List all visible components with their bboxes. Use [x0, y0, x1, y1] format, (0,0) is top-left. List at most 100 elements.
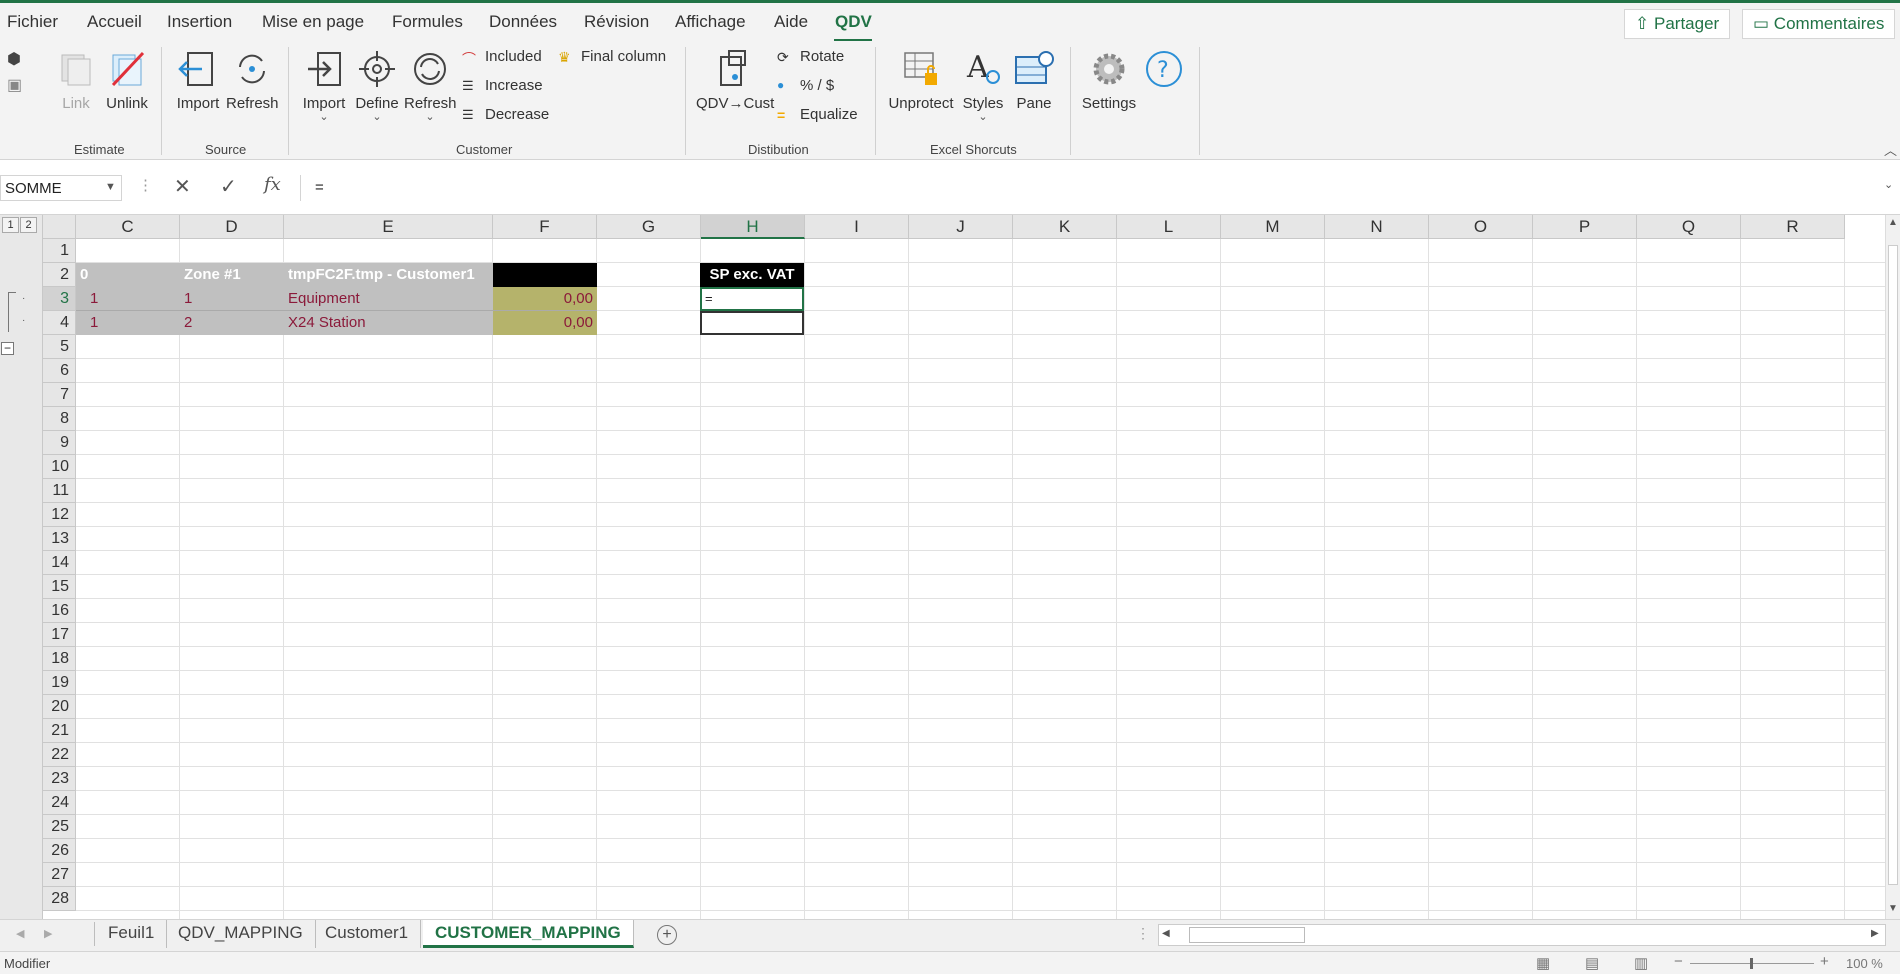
row-header-21[interactable]: 21 — [43, 719, 76, 743]
row-header-7[interactable]: 7 — [43, 383, 76, 407]
menu-tab-qdv[interactable]: QDV — [835, 12, 872, 32]
cell-c4[interactable]: 1 — [86, 311, 180, 335]
outline-level-2-button[interactable]: 2 — [20, 217, 37, 233]
row-header-16[interactable]: 16 — [43, 599, 76, 623]
cell-h4-reference[interactable] — [700, 311, 804, 335]
comments-button[interactable]: ▭ Commentaires — [1742, 9, 1896, 39]
menu-tab-aide[interactable]: Aide — [774, 12, 808, 32]
row-header-24[interactable]: 24 — [43, 791, 76, 815]
help-button[interactable]: ? — [1144, 49, 1184, 89]
column-header-l[interactable]: L — [1117, 215, 1221, 239]
column-header-j[interactable]: J — [909, 215, 1013, 239]
cell-d3[interactable]: 1 — [180, 287, 284, 311]
cell-e4[interactable]: X24 Station — [284, 311, 493, 335]
import-customer-button[interactable]: Import ⌄ — [300, 49, 348, 123]
menu-tab-revision[interactable]: Révision — [584, 12, 649, 32]
row-header-3[interactable]: 3 — [43, 287, 76, 311]
name-box[interactable]: SOMME ▼ — [0, 175, 122, 201]
sheet-tab-customer1[interactable]: Customer1 — [313, 920, 422, 948]
final-column-button[interactable]: ♛ Final column — [558, 48, 666, 65]
column-header-r[interactable]: R — [1741, 215, 1845, 239]
column-header-d[interactable]: D — [180, 215, 284, 239]
row-header-14[interactable]: 14 — [43, 551, 76, 575]
scroll-down-icon[interactable]: ▼ — [1888, 903, 1898, 914]
zoom-in-icon[interactable]: + — [1820, 953, 1829, 970]
increase-button[interactable]: ☰ Increase — [462, 77, 543, 94]
scroll-left-icon[interactable]: ◀ — [1162, 928, 1170, 939]
link-button[interactable]: Link — [56, 49, 96, 112]
column-header-h[interactable]: H — [701, 215, 805, 239]
normal-view-icon[interactable]: ▦ — [1536, 954, 1550, 972]
row-header-18[interactable]: 18 — [43, 647, 76, 671]
chevron-down-icon[interactable]: ▼ — [105, 181, 116, 193]
add-sheet-icon[interactable]: + — [657, 925, 677, 945]
cell-h2[interactable]: SP exc. VAT — [700, 263, 804, 287]
column-header-o[interactable]: O — [1429, 215, 1533, 239]
row-header-4[interactable]: 4 — [43, 311, 76, 335]
row-header-13[interactable]: 13 — [43, 527, 76, 551]
refresh-source-button[interactable]: Refresh — [226, 49, 279, 112]
decrease-button[interactable]: ☰ Decrease — [462, 106, 549, 123]
unlink-button[interactable]: Unlink — [104, 49, 150, 112]
row-header-6[interactable]: 6 — [43, 359, 76, 383]
insert-function-icon[interactable]: fx — [264, 174, 281, 195]
define-button[interactable]: Define ⌄ — [352, 49, 402, 123]
formula-input[interactable]: = — [300, 175, 1885, 201]
row-header-20[interactable]: 20 — [43, 695, 76, 719]
spreadsheet-grid[interactable]: 1 2 · · − CDEFGHIJKLMNOPQR 1 2 3 4 5 6 7 8 9 10 11… — [0, 215, 1885, 919]
row-header-12[interactable]: 12 — [43, 503, 76, 527]
tab-splitter-icon[interactable]: ⋮ — [1136, 925, 1150, 942]
scroll-right-icon[interactable]: ▶ — [1871, 928, 1879, 939]
row-header-9[interactable]: 9 — [43, 431, 76, 455]
scroll-tabs-left-icon[interactable]: ◀ — [16, 927, 24, 940]
row-header-17[interactable]: 17 — [43, 623, 76, 647]
confirm-entry-icon[interactable]: ✓ — [220, 174, 237, 199]
scroll-tabs-right-icon[interactable]: ▶ — [44, 927, 52, 940]
menu-tab-accueil[interactable]: Accueil — [87, 12, 142, 32]
styles-button[interactable]: A Styles ⌄ — [960, 49, 1006, 123]
cell-e3[interactable]: Equipment — [284, 287, 493, 311]
hscroll-thumb[interactable] — [1189, 927, 1305, 943]
row-header-28[interactable]: 28 — [43, 887, 76, 911]
column-header-n[interactable]: N — [1325, 215, 1429, 239]
qdv-cust-button[interactable]: QDV→Cust — [696, 49, 774, 112]
cell-e2[interactable]: tmpFC2F.tmp - Customer1 — [284, 263, 493, 287]
addin-cube-icon[interactable]: ⬢ — [7, 49, 21, 69]
cell-c3[interactable]: 1 — [86, 287, 180, 311]
select-all-corner[interactable] — [43, 215, 76, 239]
column-header-g[interactable]: G — [597, 215, 701, 239]
share-button[interactable]: ⇧ Partager — [1624, 9, 1731, 39]
active-cell-h3[interactable]: = — [700, 287, 804, 311]
row-header-19[interactable]: 19 — [43, 671, 76, 695]
zoom-slider-thumb[interactable] — [1750, 958, 1753, 969]
column-header-f[interactable]: F — [493, 215, 597, 239]
collapse-group-button[interactable]: − — [1, 342, 14, 355]
equalize-button[interactable]: = Equalize — [777, 106, 858, 123]
outline-level-1-button[interactable]: 1 — [2, 217, 19, 233]
sheet-tab-qdv-mapping[interactable]: QDV_MAPPING — [166, 920, 316, 948]
row-header-5[interactable]: 5 — [43, 335, 76, 359]
menu-tab-insertion[interactable]: Insertion — [167, 12, 232, 32]
rotate-button[interactable]: ⟳ Rotate — [777, 48, 844, 65]
cell-d2[interactable]: Zone #1 — [180, 263, 284, 287]
column-header-k[interactable]: K — [1013, 215, 1117, 239]
column-header-c[interactable]: C — [76, 215, 180, 239]
column-header-q[interactable]: Q — [1637, 215, 1741, 239]
cancel-entry-icon[interactable]: ✕ — [174, 174, 191, 199]
percent-dollar-button[interactable]: ● % / $ — [777, 77, 834, 94]
cell-f4[interactable]: 0,00 — [493, 311, 597, 335]
row-header-10[interactable]: 10 — [43, 455, 76, 479]
row-header-15[interactable]: 15 — [43, 575, 76, 599]
menu-tab-fichier[interactable]: Fichier — [7, 12, 58, 32]
zoom-level[interactable]: 100 % — [1846, 956, 1883, 971]
import-source-button[interactable]: Import — [175, 49, 221, 112]
column-header-p[interactable]: P — [1533, 215, 1637, 239]
row-header-11[interactable]: 11 — [43, 479, 76, 503]
refresh-customer-button[interactable]: Refresh ⌄ — [404, 49, 457, 123]
addin-monitor-icon[interactable]: ▣ — [7, 75, 22, 95]
row-header-1[interactable]: 1 — [43, 239, 76, 263]
scrollbar-thumb[interactable] — [1888, 245, 1898, 885]
sheet-tab-customer-mapping[interactable]: CUSTOMER_MAPPING — [423, 920, 634, 948]
pane-button[interactable]: Pane — [1012, 49, 1056, 112]
vertical-scrollbar[interactable]: ▲ ▼ — [1885, 215, 1900, 919]
